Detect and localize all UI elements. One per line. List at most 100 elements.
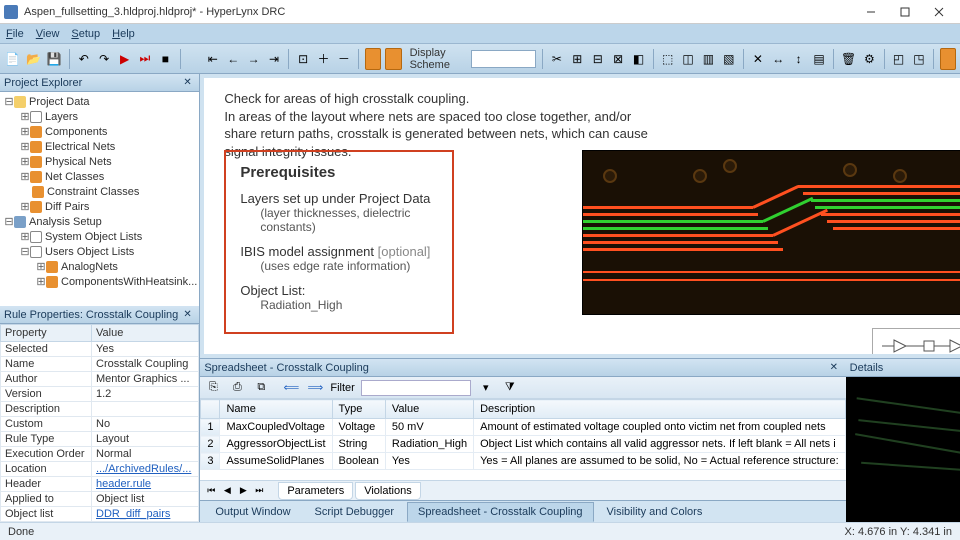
first-icon[interactable]: ⏮ [204, 484, 218, 498]
tree-components[interactable]: Components [45, 126, 107, 138]
col-name[interactable]: Name [220, 400, 332, 419]
prop-value[interactable]: Mentor Graphics ... [92, 372, 199, 387]
filter-icon[interactable]: ▾ [477, 379, 495, 397]
nav-next-icon[interactable]: → [245, 48, 261, 70]
prop-value[interactable] [92, 402, 199, 417]
tree-analog-nets[interactable]: AnalogNets [61, 261, 118, 273]
table-row[interactable]: 1 MaxCoupledVoltageVoltage50 mVAmount of… [201, 419, 845, 436]
tree-constraint-classes[interactable]: Constraint Classes [47, 186, 139, 198]
layer-icon[interactable]: ▤ [811, 48, 827, 70]
menu-view[interactable]: View [36, 28, 60, 40]
copy-icon[interactable]: ⧉ [252, 379, 270, 397]
tab-violations[interactable]: Violations [355, 482, 421, 500]
prop-value[interactable]: 1.2 [92, 387, 199, 402]
nav-prev-icon[interactable]: ← [225, 48, 241, 70]
stop-icon[interactable]: ■ [157, 48, 173, 70]
next-icon[interactable]: ⟹ [306, 379, 324, 397]
close-panel-icon[interactable]: ✕ [183, 77, 195, 89]
prop-value-link[interactable]: header.rule [92, 477, 199, 492]
tool-h-icon[interactable]: ▥ [700, 48, 716, 70]
details-canvas[interactable] [846, 377, 960, 522]
table-row[interactable]: 2 AggressorObjectListStringRadiation_Hig… [201, 436, 845, 453]
prev-icon[interactable]: ◀ [220, 484, 234, 498]
display-scheme-dropdown[interactable] [471, 50, 536, 68]
export-icon[interactable]: ⎘ [204, 379, 222, 397]
prop-value[interactable]: Layout [92, 432, 199, 447]
delete-icon[interactable]: 🗑 [840, 48, 857, 70]
nav-first-icon[interactable]: ⇤ [205, 48, 221, 70]
maximize-button[interactable] [888, 1, 922, 23]
tab-output-window[interactable]: Output Window [204, 502, 301, 522]
prop-value-link[interactable]: DDR_diff_pairs [92, 507, 199, 522]
measure-icon[interactable]: ✕ [750, 48, 766, 70]
prop-value-link[interactable]: .../ArchivedRules/... [92, 462, 199, 477]
col-type[interactable]: Type [332, 400, 385, 419]
tab-parameters[interactable]: Parameters [278, 482, 353, 500]
ruler-h-icon[interactable]: ↔ [770, 48, 786, 70]
menu-help[interactable]: Help [112, 28, 135, 40]
tree-electrical-nets[interactable]: Electrical Nets [45, 141, 115, 153]
redo-icon[interactable]: ↷ [96, 48, 112, 70]
highlight-b-icon[interactable] [385, 48, 401, 70]
zoom-in-icon[interactable]: ＋ [315, 48, 331, 70]
close-button[interactable] [922, 1, 956, 23]
prop-value[interactable]: Crosstalk Coupling [92, 357, 199, 372]
project-explorer-tree[interactable]: ⊟Project Data ⊞Layers ⊞Components ⊞Elect… [0, 92, 199, 306]
tool-e-icon[interactable]: ◧ [630, 48, 646, 70]
tool-d-icon[interactable]: ⊠ [610, 48, 626, 70]
align-r-icon[interactable]: ◳ [911, 48, 927, 70]
nav-last-icon[interactable]: ⇥ [266, 48, 282, 70]
close-panel-icon[interactable]: ✕ [830, 362, 842, 374]
zoom-fit-icon[interactable]: ⊡ [295, 48, 311, 70]
tree-analysis-setup[interactable]: Analysis Setup [29, 216, 102, 228]
ruler-v-icon[interactable]: ↕ [790, 48, 806, 70]
tree-diff-pairs[interactable]: Diff Pairs [45, 201, 89, 213]
menu-file[interactable]: File [6, 28, 24, 40]
prop-value[interactable]: Yes [92, 342, 199, 357]
playall-icon[interactable]: ⏭ [137, 48, 153, 70]
prop-value[interactable]: Normal [92, 447, 199, 462]
tool-a-icon[interactable]: ✂ [549, 48, 565, 70]
tree-system-obj-lists[interactable]: System Object Lists [45, 231, 142, 243]
spreadsheet-grid[interactable]: Name Type Value Description 1 MaxCoupled… [200, 399, 845, 480]
print-icon[interactable]: ⎙ [228, 379, 246, 397]
prev-icon[interactable]: ⟸ [282, 379, 300, 397]
next-icon[interactable]: ▶ [236, 484, 250, 498]
tab-spreadsheet[interactable]: Spreadsheet - Crosstalk Coupling [407, 502, 593, 522]
zoom-out-icon[interactable]: － [336, 48, 352, 70]
tool-c-icon[interactable]: ⊟ [590, 48, 606, 70]
prop-value[interactable]: No [92, 417, 199, 432]
highlight-a-icon[interactable] [365, 48, 381, 70]
align-l-icon[interactable]: ◰ [890, 48, 906, 70]
tree-project-data[interactable]: Project Data [29, 96, 90, 108]
table-row[interactable]: 3 AssumeSolidPlanesBooleanYesYes = All p… [201, 453, 845, 470]
funnel-icon[interactable]: ⧩ [501, 379, 519, 397]
col-description[interactable]: Description [474, 400, 846, 419]
highlight-c-icon[interactable] [940, 48, 956, 70]
open-icon[interactable]: 📂 [25, 48, 42, 70]
settings-icon[interactable]: ⚙ [861, 48, 877, 70]
tab-visibility-colors[interactable]: Visibility and Colors [596, 502, 714, 522]
tool-g-icon[interactable]: ◫ [680, 48, 696, 70]
tree-physical-nets[interactable]: Physical Nets [45, 156, 112, 168]
play-icon[interactable]: ▶ [116, 48, 132, 70]
prop-value[interactable]: Object list [92, 492, 199, 507]
last-icon[interactable]: ⏭ [252, 484, 266, 498]
undo-icon[interactable]: ↶ [76, 48, 92, 70]
save-icon[interactable]: 💾 [46, 48, 63, 70]
tool-i-icon[interactable]: ▧ [721, 48, 737, 70]
tree-layers[interactable]: Layers [45, 111, 78, 123]
menu-setup[interactable]: Setup [71, 28, 100, 40]
tree-users-obj-lists[interactable]: Users Object Lists [45, 246, 134, 258]
new-icon[interactable]: 📄 [4, 48, 21, 70]
filter-input[interactable] [361, 380, 471, 396]
tab-script-debugger[interactable]: Script Debugger [304, 502, 406, 522]
tool-b-icon[interactable]: ⊞ [569, 48, 585, 70]
tree-components-heatsink[interactable]: ComponentsWithHeatsink... [61, 276, 197, 288]
close-panel-icon[interactable]: ✕ [183, 309, 195, 321]
tree-net-classes[interactable]: Net Classes [45, 171, 104, 183]
minimize-button[interactable] [854, 1, 888, 23]
col-value[interactable]: Value [385, 400, 473, 419]
tool-f-icon[interactable]: ⬚ [659, 48, 675, 70]
rule-properties-grid[interactable]: PropertyValue SelectedYes NameCrosstalk … [0, 324, 199, 522]
